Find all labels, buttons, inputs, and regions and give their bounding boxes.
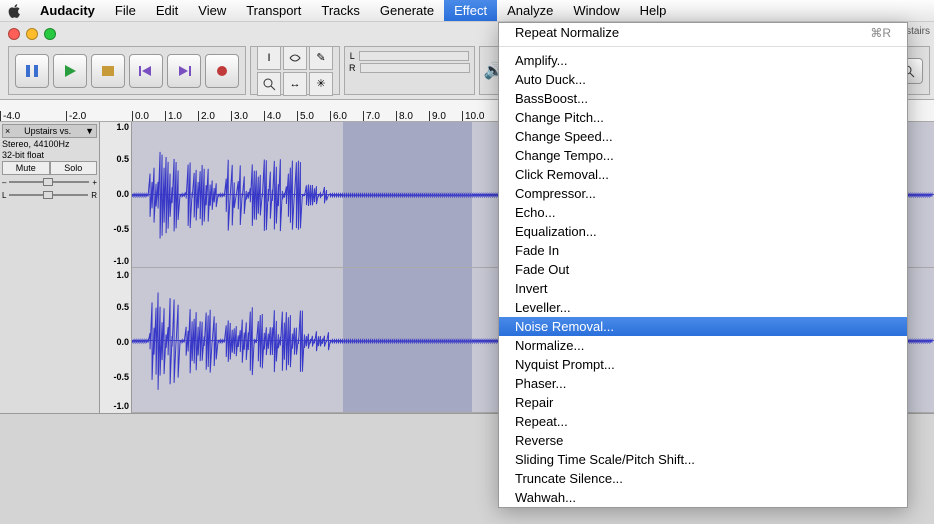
ruler-tick: 4.0 [264, 111, 281, 121]
transport-controls [8, 46, 246, 95]
effect-item-equalization-[interactable]: Equalization... [499, 222, 907, 241]
ruler-tick: 8.0 [396, 111, 413, 121]
menu-file[interactable]: File [105, 0, 146, 21]
menu-generate[interactable]: Generate [370, 0, 444, 21]
vertical-scale-left: 1.0 0.5 0.0 -0.5 -1.0 1.0 0.5 0.0 -0.5 -… [100, 122, 132, 413]
ruler-tick: -2.0 [66, 111, 86, 121]
mute-button[interactable]: Mute [2, 161, 50, 175]
meter-right-label: R [349, 63, 356, 73]
meter-panel: L R [344, 46, 475, 95]
output-meter-left[interactable] [359, 51, 469, 61]
menu-analyze[interactable]: Analyze [497, 0, 563, 21]
menu-window[interactable]: Window [563, 0, 629, 21]
effect-item-reverse[interactable]: Reverse [499, 431, 907, 450]
effect-repeat-last[interactable]: Repeat Normalize⌘R [499, 23, 907, 42]
effect-item-repair[interactable]: Repair [499, 393, 907, 412]
close-window-icon[interactable] [8, 28, 20, 40]
track-format1: Stereo, 44100Hz [2, 139, 97, 149]
menu-edit[interactable]: Edit [146, 0, 188, 21]
pan-slider[interactable]: L R [2, 189, 97, 201]
gain-slider[interactable]: – + [2, 176, 97, 188]
menu-transport[interactable]: Transport [236, 0, 311, 21]
ruler-tick: 3.0 [231, 111, 248, 121]
meter-left-label: L [350, 51, 355, 61]
zoom-tool-icon[interactable] [257, 72, 281, 96]
effect-item-change-speed-[interactable]: Change Speed... [499, 127, 907, 146]
effect-item-sliding-time-scale-pitch-shift-[interactable]: Sliding Time Scale/Pitch Shift... [499, 450, 907, 469]
ruler-tick: 2.0 [198, 111, 215, 121]
output-meter-right[interactable] [360, 63, 470, 73]
zoom-window-icon[interactable] [44, 28, 56, 40]
mac-menubar[interactable]: Audacity FileEditViewTransportTracksGene… [0, 0, 934, 22]
effect-item-invert[interactable]: Invert [499, 279, 907, 298]
effect-menu[interactable]: Repeat Normalize⌘R Amplify...Auto Duck...… [498, 22, 908, 508]
solo-button[interactable]: Solo [50, 161, 98, 175]
ruler-tick: 10.0 [462, 111, 484, 121]
effect-item-repeat-[interactable]: Repeat... [499, 412, 907, 431]
effect-item-nyquist-prompt-[interactable]: Nyquist Prompt... [499, 355, 907, 374]
effect-item-compressor-[interactable]: Compressor... [499, 184, 907, 203]
ruler-tick: 9.0 [429, 111, 446, 121]
ruler-tick: -4.0 [0, 111, 20, 121]
skip-start-button[interactable] [129, 54, 163, 88]
track-close-icon[interactable]: × [5, 126, 10, 136]
ruler-tick: 6.0 [330, 111, 347, 121]
effect-item-wahwah-[interactable]: Wahwah... [499, 488, 907, 507]
skip-end-button[interactable] [167, 54, 201, 88]
play-button[interactable] [53, 54, 87, 88]
apple-logo-icon[interactable] [0, 4, 30, 18]
window-controls [8, 28, 56, 40]
ruler-tick: 7.0 [363, 111, 380, 121]
timeshift-tool-icon[interactable]: ↔ [283, 72, 307, 96]
effect-item-change-tempo-[interactable]: Change Tempo... [499, 146, 907, 165]
selection-tool-icon[interactable]: I [257, 46, 281, 70]
track-menu-dropdown-icon[interactable]: ▼ [85, 126, 94, 136]
record-button[interactable] [205, 54, 239, 88]
track-format2: 32-bit float [2, 150, 97, 160]
minimize-window-icon[interactable] [26, 28, 38, 40]
effect-item-normalize-[interactable]: Normalize... [499, 336, 907, 355]
menu-effect[interactable]: Effect [444, 0, 497, 21]
track-title: Upstairs vs. [24, 126, 71, 136]
effect-item-echo-[interactable]: Echo... [499, 203, 907, 222]
effect-item-click-removal-[interactable]: Click Removal... [499, 165, 907, 184]
menu-view[interactable]: View [188, 0, 236, 21]
ruler-tick: 0.0 [132, 111, 149, 121]
multi-tool-icon[interactable]: ✳ [309, 72, 333, 96]
effect-item-auto-duck-[interactable]: Auto Duck... [499, 70, 907, 89]
effect-item-fade-out[interactable]: Fade Out [499, 260, 907, 279]
envelope-tool-icon[interactable] [283, 46, 307, 70]
effect-item-leveller-[interactable]: Leveller... [499, 298, 907, 317]
window-title-fragment: stairs [906, 26, 930, 37]
ruler-tick: 1.0 [165, 111, 182, 121]
app-name[interactable]: Audacity [30, 3, 105, 18]
effect-item-phaser-[interactable]: Phaser... [499, 374, 907, 393]
effect-item-noise-removal-[interactable]: Noise Removal... [499, 317, 907, 336]
draw-tool-icon[interactable]: ✎ [309, 46, 333, 70]
effect-item-bassboost-[interactable]: BassBoost... [499, 89, 907, 108]
menu-tracks[interactable]: Tracks [311, 0, 370, 21]
effect-item-change-pitch-[interactable]: Change Pitch... [499, 108, 907, 127]
menu-help[interactable]: Help [630, 0, 677, 21]
track-control-panel: × Upstairs vs. ▼ Stereo, 44100Hz 32-bit … [0, 122, 100, 413]
effect-item-amplify-[interactable]: Amplify... [499, 51, 907, 70]
effect-item-fade-in[interactable]: Fade In [499, 241, 907, 260]
edit-tools: I ✎ ↔ ✳ [250, 46, 340, 95]
pause-button[interactable] [15, 54, 49, 88]
ruler-tick: 5.0 [297, 111, 314, 121]
effect-item-truncate-silence-[interactable]: Truncate Silence... [499, 469, 907, 488]
stop-button[interactable] [91, 54, 125, 88]
